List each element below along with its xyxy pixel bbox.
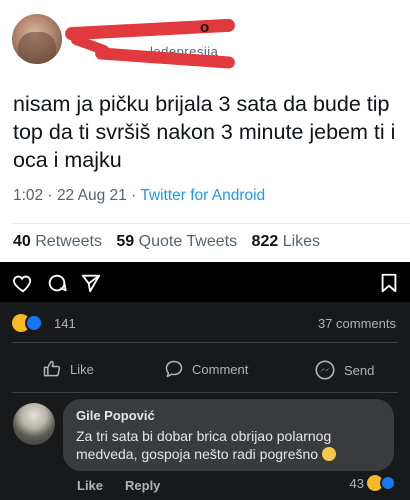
tweet-card: o ledepresija nisam ja pičku brijala 3 s… <box>0 0 410 262</box>
thumbs-up-icon <box>43 360 61 377</box>
tweet-author-avatar[interactable] <box>12 14 62 64</box>
commenter-avatar[interactable] <box>13 403 55 445</box>
tweet-timestamp: 1:02 · 22 Aug 21 · <box>13 187 141 204</box>
comment-bubble-icon <box>165 360 183 378</box>
send-button-label: Send <box>344 362 375 378</box>
name-redaction-mark <box>64 18 236 41</box>
comment-text: Za tri sata bi dobar brica obrijao polar… <box>76 428 332 462</box>
reactions-count: 141 <box>54 316 76 331</box>
comment-reactions-count: 43 <box>349 475 364 491</box>
like-reaction-icon <box>25 314 43 332</box>
comment-actions: Like Reply <box>77 478 182 493</box>
quotes-count: 59 <box>116 233 135 250</box>
likes-label: Likes <box>282 233 321 250</box>
comment-button-label: Comment <box>192 361 249 377</box>
quotes-label: Quote Tweets <box>138 233 238 250</box>
likes-stat[interactable]: 822 Likes <box>252 233 321 250</box>
send-button[interactable]: Send <box>314 359 374 381</box>
comment-like-reaction-icon <box>380 475 396 491</box>
comment-bubble: Gile Popović Za tri sata bi dobar brica … <box>63 399 394 471</box>
retweets-label: Retweets <box>35 233 102 250</box>
comment-reply-button[interactable]: Reply <box>125 478 160 493</box>
comment-icon[interactable] <box>46 272 68 294</box>
likes-count: 822 <box>251 233 279 250</box>
tweet-text: nisam ja pičku brijala 3 sata da bude ti… <box>13 92 396 172</box>
comment-author[interactable]: Gile Popović <box>76 408 155 423</box>
tweet-author-name-fragment[interactable]: o <box>200 19 209 36</box>
like-button-label: Like <box>70 361 94 377</box>
comment-button[interactable]: Comment <box>164 359 248 379</box>
tweet-stats: 40 Retweets 59 Quote Tweets 822 Likes <box>13 233 320 251</box>
retweets-count: 40 <box>13 233 31 250</box>
tweet-divider <box>13 223 410 224</box>
facebook-post-footer: 141 37 comments Like Comment Send Gile P… <box>0 262 410 500</box>
send-icon[interactable] <box>80 272 102 294</box>
bookmark-icon[interactable] <box>378 272 400 294</box>
heart-icon[interactable] <box>12 272 34 294</box>
comment-text-block: Za tri sata bi dobar brica obrijao polar… <box>76 427 386 463</box>
actions-divider-top <box>12 342 398 343</box>
smiley-emoji-icon <box>321 447 336 461</box>
messenger-icon <box>315 360 335 380</box>
comments-count[interactable]: 37 comments <box>318 316 396 331</box>
retweets-stat[interactable]: 40 Retweets <box>13 233 102 250</box>
like-button[interactable]: Like <box>42 359 94 379</box>
tweet-source-link[interactable]: Twitter for Android <box>140 187 265 204</box>
comment-reactions[interactable]: 43 <box>350 475 396 491</box>
comment-like-button[interactable]: Like <box>77 478 103 493</box>
tweet-meta: 1:02 · 22 Aug 21 · Twitter for Android <box>13 187 265 205</box>
instagram-action-bar <box>0 262 410 302</box>
quotes-stat[interactable]: 59 Quote Tweets <box>116 233 237 250</box>
actions-divider-bottom <box>12 392 398 393</box>
